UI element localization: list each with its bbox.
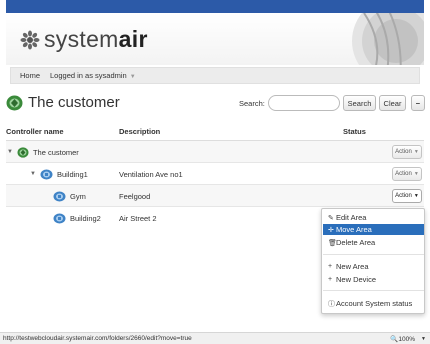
row-description: Air Street 2 [119,213,157,223]
row-description: Feelgood [119,191,151,201]
action-button[interactable]: Action ▼ [392,145,422,159]
expand-toggle-icon[interactable]: ▼ [7,149,13,155]
table-header: Controller name Description Status [6,127,424,139]
menu-divider [323,290,424,291]
customer-icon [6,95,23,110]
chevron-down-icon: ▼ [413,149,419,155]
column-header-controller: Controller name [6,127,64,136]
menu-item-move-area[interactable]: ✛ Move Area [323,224,424,235]
action-button[interactable]: Action ▼ [392,167,422,181]
tree-node-gym[interactable]: Gym [53,185,86,207]
menu-item-account-status[interactable]: ⓘ Account System status [323,298,424,309]
chevron-down-icon: ▼ [413,171,419,177]
header-fan-graphic [352,13,424,65]
status-url: http://testwebcloudair.systemair.com/fol… [3,335,192,342]
expand-toggle-icon[interactable]: ▼ [30,171,36,177]
logo-wordmark: systemair [44,26,148,52]
table-row: Gym Feelgood Action ▼ [6,185,424,207]
page-title: The customer [6,94,120,111]
plus-icon: + [328,263,333,270]
customer-icon [17,146,29,158]
edit-icon: ✎ [328,214,334,222]
search-label: Search: [239,99,265,108]
table-row: ▼ The customer Action ▼ [6,141,424,163]
table-row: ▼ Building1 Ventilation Ave no1 Action ▼ [6,163,424,185]
nav-home-link[interactable]: Home [20,71,40,80]
clear-button[interactable]: Clear [379,95,406,111]
chevron-down-icon: ▼ [413,193,419,199]
nav-user-menu[interactable]: Logged in as sysadmin ▼ [50,71,136,80]
tree-node-building2[interactable]: Building2 [53,207,101,229]
column-header-status: Status [343,127,366,136]
breadcrumb-nav: Home Logged in as sysadmin ▼ [10,67,420,84]
tree-node-customer[interactable]: ▼ The customer [7,141,79,163]
action-dropdown-menu: ✎ Edit Area ✛ Move Area 🗑 Delete Area + New … [321,208,425,314]
user-menu-caret-icon: ▼ [129,74,136,80]
zoom-control[interactable]: 🔍 100% ▼ [390,335,426,344]
search-input[interactable] [268,95,340,111]
info-icon: ⓘ [328,300,335,308]
collapse-button[interactable]: − [411,95,425,111]
top-accent-bar [6,0,424,13]
building-icon [53,213,66,223]
menu-item-new-area[interactable]: + New Area [323,261,424,272]
title-toolbar: The customer Search: Search Clear − [6,93,425,115]
menu-item-delete-area[interactable]: 🗑 Delete Area [323,237,424,248]
header-banner: systemair [6,13,424,65]
search-button[interactable]: Search [343,95,376,111]
systemair-logo[interactable]: systemair [20,28,148,51]
plus-icon: + [328,276,333,283]
chevron-down-icon: ▼ [421,336,426,342]
column-header-description: Description [119,127,161,136]
building-icon [40,169,53,179]
trash-icon: 🗑 [328,239,337,247]
zoom-icon: 🔍 [390,336,399,343]
menu-item-new-device[interactable]: + New Device [323,274,424,285]
browser-status-bar: http://testwebcloudair.systemair.com/fol… [0,332,430,344]
tree-node-building1[interactable]: ▼ Building1 [30,163,88,185]
logo-fan-icon [20,30,40,49]
move-icon: ✛ [328,226,334,234]
menu-divider [323,254,424,255]
action-button[interactable]: Action ▼ [392,189,422,203]
row-description: Ventilation Ave no1 [119,169,183,179]
menu-item-edit-area[interactable]: ✎ Edit Area [323,212,424,223]
building-icon [53,191,66,201]
